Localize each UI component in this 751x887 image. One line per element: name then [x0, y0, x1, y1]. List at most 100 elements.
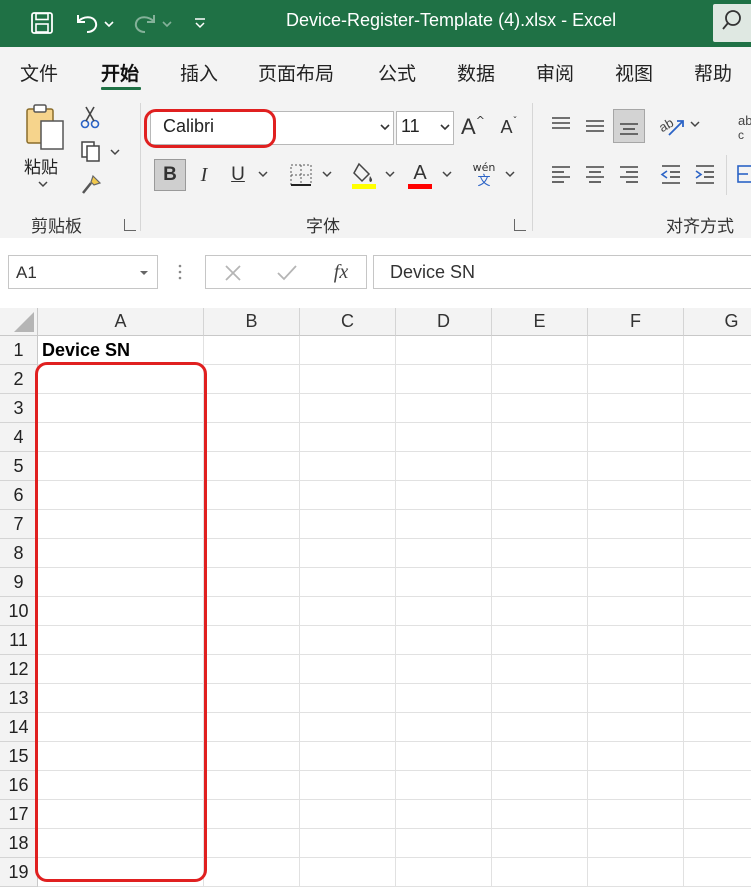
cell-d11[interactable]: [396, 626, 492, 655]
cell-a19[interactable]: [38, 858, 204, 887]
cell-a12[interactable]: [38, 655, 204, 684]
cell-f4[interactable]: [588, 423, 684, 452]
row-header-4[interactable]: 4: [0, 423, 38, 452]
tab-review[interactable]: 审阅: [536, 59, 574, 86]
insert-function-button[interactable]: fx: [326, 258, 356, 286]
cell-g3[interactable]: [684, 394, 751, 423]
shrink-font-icon[interactable]: Aˇ: [494, 111, 524, 143]
column-header-f[interactable]: F: [588, 308, 684, 336]
paste-icon[interactable]: [22, 103, 68, 151]
cell-c8[interactable]: [300, 539, 396, 568]
cell-c14[interactable]: [300, 713, 396, 742]
cell-g12[interactable]: [684, 655, 751, 684]
cell-f11[interactable]: [588, 626, 684, 655]
cell-e18[interactable]: [492, 829, 588, 858]
cell-g9[interactable]: [684, 568, 751, 597]
cell-f6[interactable]: [588, 481, 684, 510]
cell-d8[interactable]: [396, 539, 492, 568]
cell-a6[interactable]: [38, 481, 204, 510]
top-align-icon[interactable]: [546, 111, 576, 141]
cell-a4[interactable]: [38, 423, 204, 452]
cell-d10[interactable]: [396, 597, 492, 626]
cell-f17[interactable]: [588, 800, 684, 829]
cell-a17[interactable]: [38, 800, 204, 829]
cell-a13[interactable]: [38, 684, 204, 713]
undo-icon[interactable]: [70, 8, 120, 38]
cell-c4[interactable]: [300, 423, 396, 452]
cell-c19[interactable]: [300, 858, 396, 887]
cell-b16[interactable]: [204, 771, 300, 800]
select-all-button[interactable]: [0, 308, 38, 336]
tab-home[interactable]: 开始: [101, 59, 139, 86]
redo-icon[interactable]: [128, 8, 178, 38]
grow-font-icon[interactable]: A ^: [458, 111, 488, 143]
format-painter-icon[interactable]: [78, 172, 104, 198]
row-header-12[interactable]: 12: [0, 655, 38, 684]
decrease-indent-icon[interactable]: [656, 159, 686, 189]
paste-dropdown-icon[interactable]: [36, 177, 50, 191]
cell-c3[interactable]: [300, 394, 396, 423]
save-icon[interactable]: [26, 8, 58, 38]
cell-g4[interactable]: [684, 423, 751, 452]
column-header-a[interactable]: A: [38, 308, 204, 336]
row-header-14[interactable]: 14: [0, 713, 38, 742]
tab-page-layout[interactable]: 页面布局: [258, 59, 334, 86]
borders-icon[interactable]: [288, 161, 314, 189]
cell-a1[interactable]: Device SN: [38, 336, 204, 365]
cell-b2[interactable]: [204, 365, 300, 394]
bottom-align-icon[interactable]: [613, 109, 645, 143]
cell-b8[interactable]: [204, 539, 300, 568]
cell-d9[interactable]: [396, 568, 492, 597]
cell-f3[interactable]: [588, 394, 684, 423]
formula-input[interactable]: Device SN: [373, 255, 751, 289]
font-color-dropdown-icon[interactable]: [440, 167, 454, 181]
phonetic-dropdown-icon[interactable]: [503, 167, 517, 181]
row-header-18[interactable]: 18: [0, 829, 38, 858]
cell-e9[interactable]: [492, 568, 588, 597]
cell-g15[interactable]: [684, 742, 751, 771]
formula-bar-splitter-icon[interactable]: [176, 262, 184, 282]
row-header-10[interactable]: 10: [0, 597, 38, 626]
cell-b15[interactable]: [204, 742, 300, 771]
cell-b5[interactable]: [204, 452, 300, 481]
cell-b7[interactable]: [204, 510, 300, 539]
cell-f7[interactable]: [588, 510, 684, 539]
align-center-icon[interactable]: [580, 159, 610, 189]
cell-g2[interactable]: [684, 365, 751, 394]
column-header-e[interactable]: E: [492, 308, 588, 336]
cancel-icon[interactable]: [220, 260, 246, 286]
cell-d5[interactable]: [396, 452, 492, 481]
orientation-dropdown-icon[interactable]: [688, 117, 702, 131]
row-header-8[interactable]: 8: [0, 539, 38, 568]
cell-c15[interactable]: [300, 742, 396, 771]
cell-e3[interactable]: [492, 394, 588, 423]
cell-b10[interactable]: [204, 597, 300, 626]
cell-b12[interactable]: [204, 655, 300, 684]
merge-center-icon[interactable]: [736, 159, 751, 189]
cell-g18[interactable]: [684, 829, 751, 858]
cell-b11[interactable]: [204, 626, 300, 655]
cell-b1[interactable]: [204, 336, 300, 365]
cell-e2[interactable]: [492, 365, 588, 394]
fill-color-icon[interactable]: [350, 159, 378, 191]
copy-dropdown-icon[interactable]: [108, 145, 122, 159]
cell-f2[interactable]: [588, 365, 684, 394]
cell-g7[interactable]: [684, 510, 751, 539]
column-header-g[interactable]: G: [684, 308, 751, 336]
cell-d16[interactable]: [396, 771, 492, 800]
cell-c7[interactable]: [300, 510, 396, 539]
cell-g14[interactable]: [684, 713, 751, 742]
bold-button[interactable]: B: [154, 159, 186, 191]
cell-a2[interactable]: [38, 365, 204, 394]
cell-c12[interactable]: [300, 655, 396, 684]
cell-f10[interactable]: [588, 597, 684, 626]
customize-quick-access-icon[interactable]: [188, 8, 212, 38]
cell-a10[interactable]: [38, 597, 204, 626]
row-header-2[interactable]: 2: [0, 365, 38, 394]
row-header-3[interactable]: 3: [0, 394, 38, 423]
cell-d15[interactable]: [396, 742, 492, 771]
tab-insert[interactable]: 插入: [180, 59, 218, 86]
row-header-1[interactable]: 1: [0, 336, 38, 365]
cell-b4[interactable]: [204, 423, 300, 452]
cell-e10[interactable]: [492, 597, 588, 626]
